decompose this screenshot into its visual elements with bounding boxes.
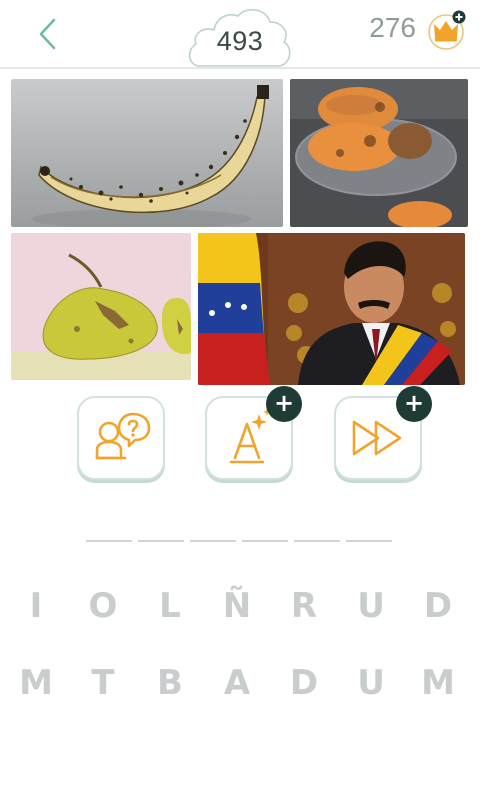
clue-image-pears[interactable] (11, 233, 191, 380)
clue-image-president[interactable] (198, 233, 465, 385)
letter-tile[interactable]: T (77, 657, 129, 709)
coin-count: 276 (369, 12, 416, 43)
header-divider (0, 67, 480, 69)
letter-tile[interactable]: M (10, 657, 62, 709)
clue-image-banana[interactable] (11, 79, 283, 227)
chevron-left-icon (39, 18, 56, 50)
letter-tile[interactable]: O (77, 580, 129, 632)
answer-slot[interactable] (242, 540, 288, 542)
letter-tile[interactable]: I (10, 580, 62, 632)
letter-tile[interactable]: U (345, 580, 397, 632)
clue-image-mangoes[interactable] (290, 79, 468, 227)
answer-slot[interactable] (190, 540, 236, 542)
buy-skip-badge[interactable]: + (396, 386, 432, 422)
letter-tile[interactable]: D (278, 657, 330, 709)
buy-reveal-badge[interactable]: + (266, 386, 302, 422)
back-button[interactable] (32, 14, 68, 54)
crown-icon (428, 10, 466, 50)
letter-tile[interactable]: A (211, 657, 263, 709)
answer-slot[interactable] (138, 540, 184, 542)
level-number: 493 (216, 26, 264, 56)
answer-slot[interactable] (346, 540, 392, 542)
ask-friend-button[interactable] (77, 396, 165, 480)
answer-slot[interactable] (86, 540, 132, 542)
ask-friend-icon (95, 412, 151, 460)
letter-tile[interactable]: U (345, 657, 397, 709)
letter-tile[interactable]: Ñ (211, 580, 263, 632)
letter-tile[interactable]: D (412, 580, 464, 632)
shop-button[interactable] (426, 10, 468, 52)
letter-tile[interactable]: B (144, 657, 196, 709)
letter-tile[interactable]: L (144, 580, 196, 632)
letter-tile[interactable]: M (412, 657, 464, 709)
letter-tile[interactable]: R (278, 580, 330, 632)
answer-slot[interactable] (294, 540, 340, 542)
top-bar: 493 276 (0, 0, 480, 69)
